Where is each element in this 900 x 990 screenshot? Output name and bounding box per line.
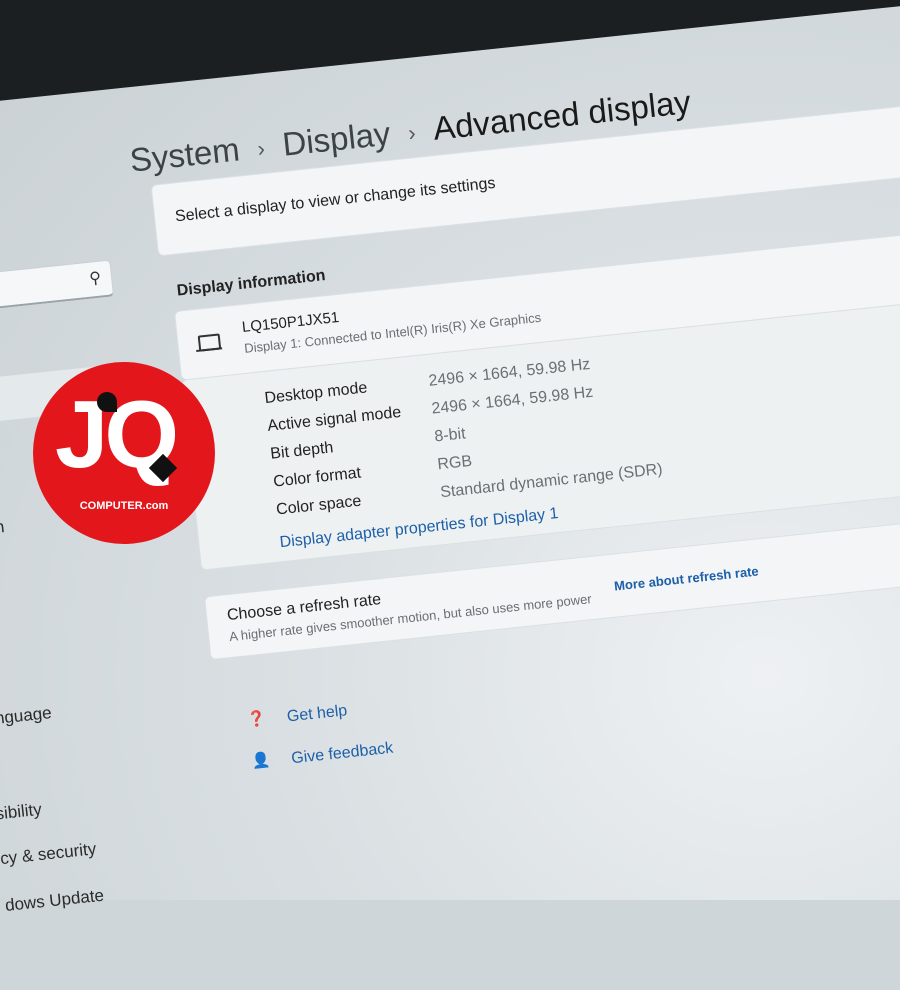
- display-information-heading: Display information: [176, 267, 327, 300]
- info-key: Active signal mode: [266, 403, 402, 435]
- breadcrumb-system[interactable]: System: [128, 130, 241, 178]
- laptop-icon: [197, 333, 222, 352]
- logo-text: COMPUTER.com: [79, 500, 169, 512]
- info-value: RGB: [436, 452, 473, 474]
- jq-computer-logo: JQ COMPUTER.com: [33, 362, 215, 544]
- info-value: 2496 × 1664, 59.98 Hz: [430, 383, 594, 418]
- sidebar-item-bluetooth-devices[interactable]: evice: [0, 472, 2, 496]
- info-value: Standard dynamic range (SDR): [439, 460, 664, 502]
- get-help-label: Get help: [286, 702, 349, 726]
- info-key: Color space: [275, 492, 363, 519]
- info-key: Desktop mode: [263, 379, 369, 408]
- sidebar-item-privacy-security[interactable]: cy & security: [0, 839, 97, 869]
- info-value: 8-bit: [433, 425, 467, 446]
- info-key: Color format: [272, 464, 362, 491]
- sidebar-item-time-language[interactable]: anguage: [0, 703, 53, 730]
- logo-mark: [97, 392, 117, 412]
- info-row: Color space Standard dynamic range (SDR): [275, 439, 872, 518]
- search-icon[interactable]: ⚲: [88, 268, 102, 289]
- breadcrumb-display[interactable]: Display: [281, 115, 392, 163]
- search-input[interactable]: ⚲: [0, 259, 115, 316]
- more-about-refresh-rate-link[interactable]: More about refresh rate: [613, 563, 759, 593]
- help-icon: ❓: [246, 709, 267, 729]
- select-display-text: Select a display to view or change its s…: [174, 174, 497, 226]
- feedback-icon: 👤: [250, 751, 271, 771]
- breadcrumb-separator: ›: [406, 120, 417, 146]
- breadcrumb-separator: ›: [256, 136, 267, 162]
- sidebar-item-accessibility[interactable]: sibility: [0, 800, 43, 825]
- sidebar-item-windows-update[interactable]: dows Update: [4, 886, 105, 916]
- give-feedback-label: Give feedback: [290, 739, 395, 768]
- info-key: Bit depth: [269, 439, 335, 463]
- main-content: System › Display › Advanced display Select a…: [105, 0, 900, 929]
- sidebar-item-network-internet[interactable]: ntern: [0, 517, 5, 541]
- sidebar-item-gaming[interactable]: g: [0, 759, 1, 780]
